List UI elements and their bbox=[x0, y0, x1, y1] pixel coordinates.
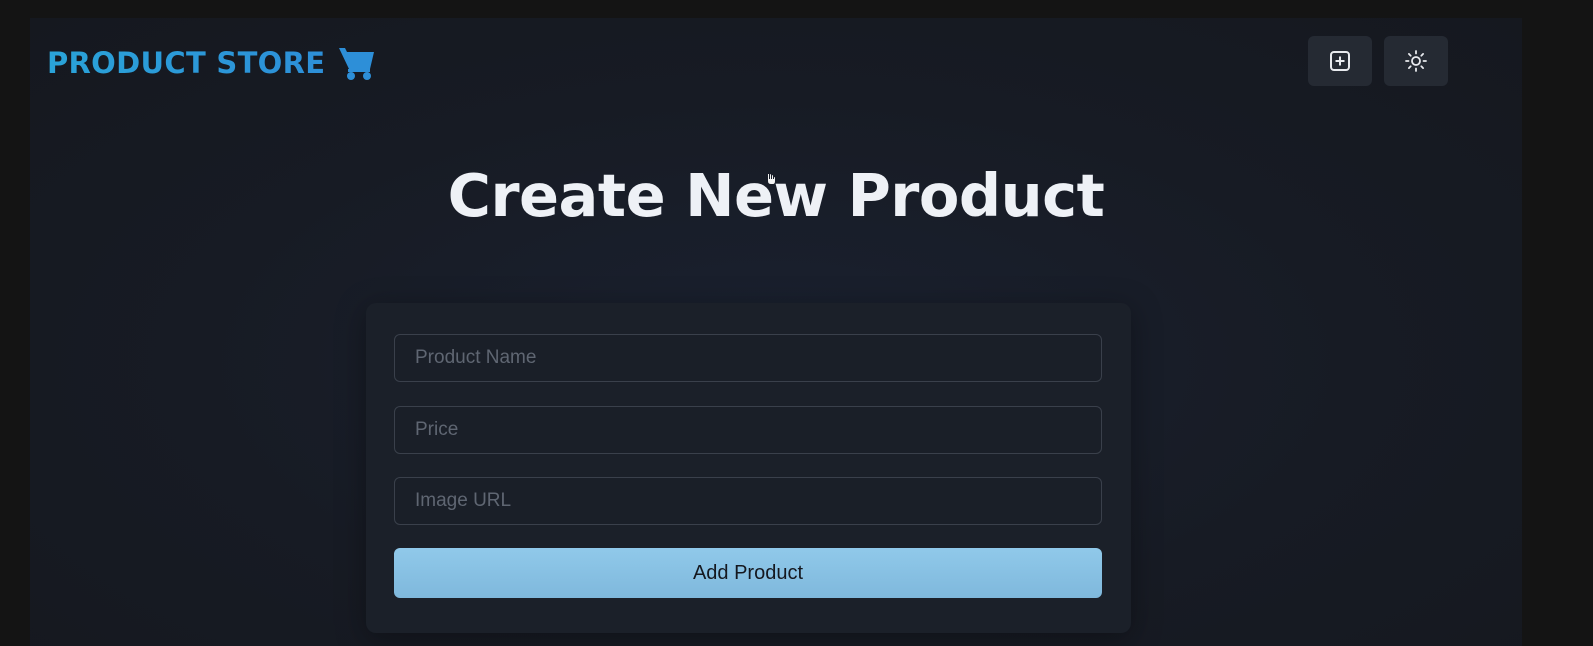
product-name-input[interactable] bbox=[394, 334, 1102, 382]
create-product-button[interactable] bbox=[1308, 36, 1372, 86]
theme-toggle-button[interactable] bbox=[1384, 36, 1448, 86]
mouse-cursor-icon bbox=[766, 172, 776, 184]
price-input[interactable] bbox=[394, 406, 1102, 454]
app-page: PRODUCT STORE Create New Product Product… bbox=[30, 18, 1522, 646]
create-product-form: Add Product bbox=[366, 303, 1131, 633]
brand-title: PRODUCT STORE bbox=[47, 46, 326, 80]
image-url-input[interactable] bbox=[394, 477, 1102, 525]
plus-square-icon bbox=[1328, 49, 1352, 73]
page-title: Create New Product bbox=[447, 161, 1105, 230]
brand-link[interactable]: PRODUCT STORE bbox=[47, 43, 377, 83]
navbar: PRODUCT STORE bbox=[30, 18, 1522, 108]
add-product-button[interactable]: Add Product bbox=[394, 548, 1102, 598]
sun-icon bbox=[1404, 49, 1428, 73]
shopping-cart-icon bbox=[337, 43, 377, 83]
navbar-actions bbox=[1308, 36, 1448, 86]
